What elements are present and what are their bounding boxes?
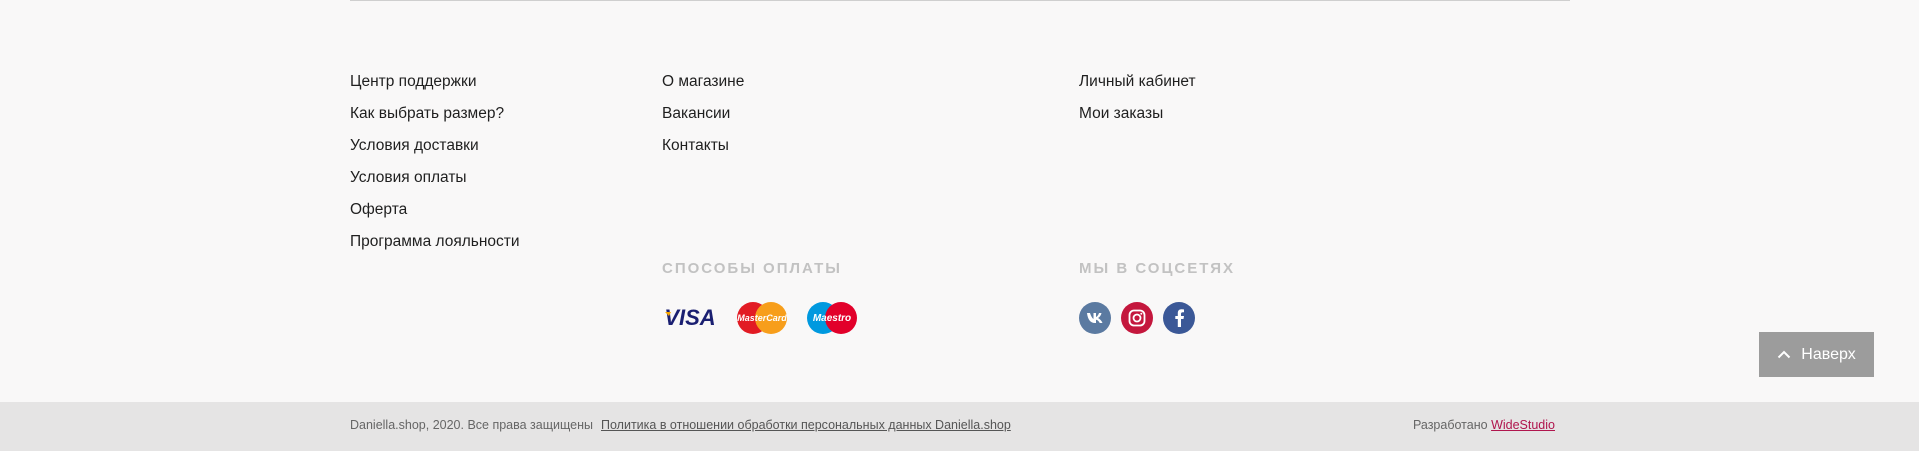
footer-link-orders[interactable]: Мои заказы: [1079, 98, 1196, 130]
developer-link[interactable]: WideStudio: [1491, 418, 1555, 432]
footer-link-about[interactable]: О магазине: [662, 66, 744, 98]
svg-text:MasterCard: MasterCard: [737, 313, 787, 323]
facebook-icon[interactable]: [1163, 302, 1195, 334]
footer-link-offer[interactable]: Оферта: [350, 194, 520, 226]
chevron-up-icon: [1777, 346, 1791, 364]
footer-link-vacancies[interactable]: Вакансии: [662, 98, 744, 130]
footer-link-payment-terms[interactable]: Условия оплаты: [350, 162, 520, 194]
footer-link-support-center[interactable]: Центр поддержки: [350, 66, 520, 98]
social-title: МЫ В СОЦСЕТЯХ: [1079, 260, 1236, 277]
social-icons: [1079, 302, 1195, 334]
copyright-text: Daniella.shop, 2020. Все права защищены: [350, 418, 593, 432]
svg-text:Maestro: Maestro: [813, 313, 851, 324]
footer: Центр поддержки Как выбрать размер? Усло…: [0, 0, 1919, 451]
privacy-policy-link[interactable]: Политика в отношении обработки персональ…: [601, 418, 1011, 432]
developer-credit: Разработано WideStudio: [1413, 418, 1555, 432]
footer-link-loyalty[interactable]: Программа лояльности: [350, 226, 520, 258]
footer-column-support: Центр поддержки Как выбрать размер? Усло…: [350, 66, 520, 258]
payment-logos: VISA MasterCard Maestro: [662, 300, 858, 336]
back-to-top-button[interactable]: Наверх: [1759, 332, 1874, 377]
instagram-icon[interactable]: [1121, 302, 1153, 334]
footer-link-contacts[interactable]: Контакты: [662, 130, 744, 162]
footer-link-account[interactable]: Личный кабинет: [1079, 66, 1196, 98]
mastercard-logo: MasterCard: [734, 300, 788, 336]
maestro-logo: Maestro: [804, 300, 858, 336]
visa-logo: VISA: [662, 300, 718, 336]
vk-icon[interactable]: [1079, 302, 1111, 334]
footer-column-company: О магазине Вакансии Контакты: [662, 66, 744, 162]
back-to-top-label: Наверх: [1801, 345, 1856, 363]
footer-link-delivery[interactable]: Условия доставки: [350, 130, 520, 162]
developer-credit-label: Разработано: [1412, 418, 1488, 432]
payments-title: СПОСОБЫ ОПЛАТЫ: [662, 260, 842, 277]
footer-column-account: Личный кабинет Мои заказы: [1079, 66, 1196, 130]
divider: [350, 0, 1570, 1]
footer-link-size-guide[interactable]: Как выбрать размер?: [350, 98, 520, 130]
svg-text:VISA: VISA: [664, 306, 715, 330]
